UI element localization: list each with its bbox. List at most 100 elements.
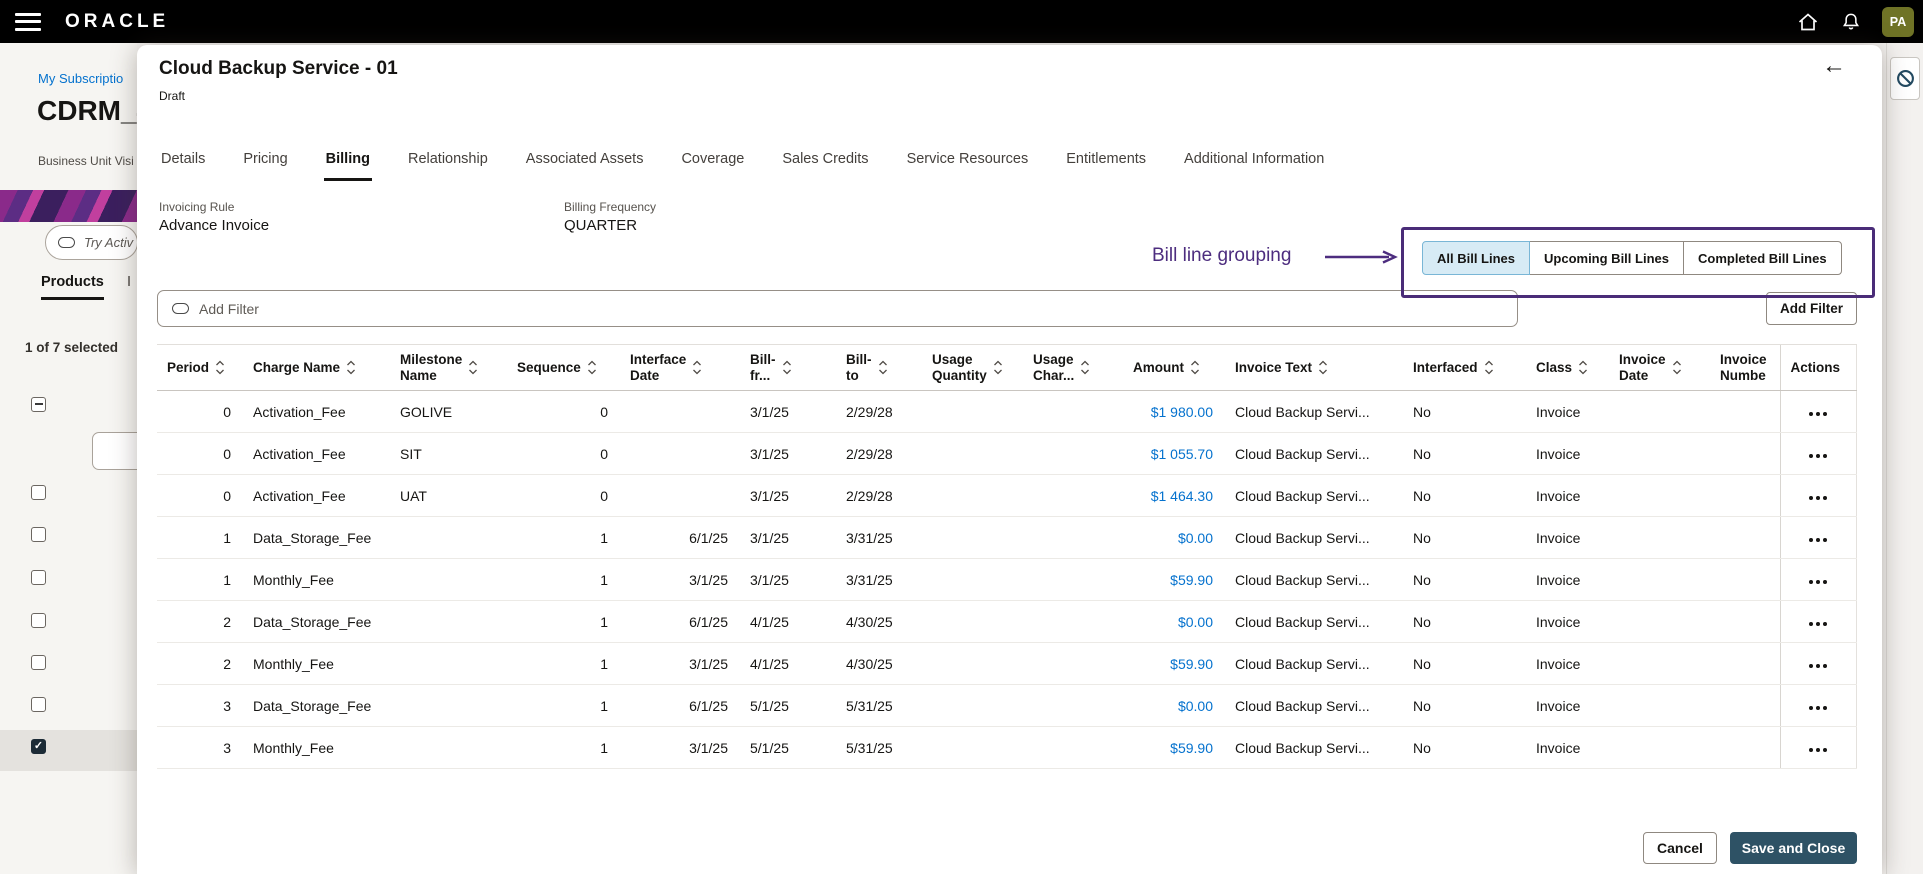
cell-amount[interactable]: $1 980.00: [1123, 390, 1225, 433]
column-header-period[interactable]: Period: [157, 344, 243, 391]
cell-invoice-numbe: [1710, 390, 1780, 433]
row-actions-button[interactable]: [1801, 650, 1835, 677]
cell-bill-to: 2/29/28: [836, 432, 922, 475]
row-checkbox[interactable]: [31, 527, 46, 542]
cell-actions: [1779, 516, 1857, 559]
cell-amount[interactable]: $0.00: [1123, 516, 1225, 559]
ellipsis-icon: [1808, 664, 1827, 668]
tab-entitlements[interactable]: Entitlements: [1064, 143, 1148, 181]
sort-icon: [1081, 360, 1090, 375]
tab-truncated[interactable]: I: [127, 274, 131, 290]
sort-icon: [1191, 360, 1199, 375]
tab-coverage[interactable]: Coverage: [679, 143, 746, 181]
tab-pricing[interactable]: Pricing: [241, 143, 289, 181]
row-checkbox[interactable]: [31, 697, 46, 712]
cell-amount[interactable]: $0.00: [1123, 684, 1225, 727]
cell-invoice-numbe: [1710, 558, 1780, 601]
notifications-bell-icon[interactable]: [1840, 10, 1862, 33]
blocked-panel-button[interactable]: [1890, 57, 1920, 100]
cell-amount[interactable]: $59.90: [1123, 726, 1225, 769]
filter-toggle-icon: [58, 237, 75, 248]
background-field-fragment: [92, 432, 137, 470]
tab-relationship[interactable]: Relationship: [406, 143, 490, 181]
column-header-milestone-name[interactable]: Milestone Name: [390, 344, 507, 391]
cell-milestone-name: SIT: [390, 432, 507, 475]
tab-associated-assets[interactable]: Associated Assets: [524, 143, 646, 181]
cancel-button[interactable]: Cancel: [1643, 832, 1717, 864]
filter-placeholder: Add Filter: [199, 300, 259, 317]
cell-usage-quantity: [922, 642, 1023, 685]
cell-charge-name: Activation_Fee: [243, 432, 390, 475]
breadcrumb-link[interactable]: My Subscriptio: [38, 71, 123, 86]
bill-lines-table: Period Charge Name Milestone Name Sequence I…: [157, 344, 1857, 769]
user-avatar[interactable]: PA: [1882, 6, 1914, 37]
home-icon[interactable]: [1796, 10, 1820, 34]
row-actions-button[interactable]: [1801, 398, 1835, 425]
column-header-bill-to[interactable]: Bill- to: [836, 344, 922, 391]
select-all-checkbox[interactable]: [31, 397, 46, 412]
row-actions-button[interactable]: [1801, 734, 1835, 761]
cell-amount[interactable]: $0.00: [1123, 600, 1225, 643]
cell-amount[interactable]: $59.90: [1123, 558, 1225, 601]
column-header-invoice-numbe[interactable]: Invoice Numbe: [1710, 344, 1780, 391]
row-checkbox[interactable]: [31, 613, 46, 628]
toggle-all-bill-lines[interactable]: All Bill Lines: [1422, 241, 1531, 275]
toggle-completed-bill-lines[interactable]: Completed Bill Lines: [1682, 241, 1842, 275]
top-bar: ORACLE PA: [0, 0, 1923, 43]
add-filter-button[interactable]: Add Filter: [1766, 292, 1857, 325]
column-header-class[interactable]: Class: [1526, 344, 1609, 391]
column-header-usage-char[interactable]: Usage Char...: [1023, 344, 1123, 391]
cell-bill-fr: 3/1/25: [740, 390, 836, 433]
row-actions-button[interactable]: [1801, 566, 1835, 593]
tab-billing[interactable]: Billing: [323, 143, 372, 181]
oracle-logo: ORACLE: [65, 10, 170, 32]
row-checkbox[interactable]: [31, 570, 46, 585]
tab-additional-information[interactable]: Additional Information: [1182, 143, 1326, 181]
column-header-amount[interactable]: Amount: [1123, 344, 1225, 391]
cell-amount[interactable]: $1 464.30: [1123, 474, 1225, 517]
save-and-close-button[interactable]: Save and Close: [1730, 832, 1857, 864]
column-header-invoice-text[interactable]: Invoice Text: [1225, 344, 1403, 391]
cell-sequence: 1: [507, 684, 620, 727]
cell-bill-fr: 4/1/25: [740, 600, 836, 643]
cell-usage-quantity: [922, 474, 1023, 517]
tab-sales-credits[interactable]: Sales Credits: [780, 143, 870, 181]
column-header-charge-name[interactable]: Charge Name: [243, 344, 390, 391]
row-actions-button[interactable]: [1801, 524, 1835, 551]
tab-products[interactable]: Products: [41, 274, 104, 300]
sort-icon: [347, 360, 356, 375]
cell-sequence: 0: [507, 390, 620, 433]
row-checkbox-checked[interactable]: [31, 739, 46, 754]
row-checkbox[interactable]: [31, 655, 46, 670]
hamburger-menu-icon[interactable]: [15, 12, 41, 31]
row-actions-button[interactable]: [1801, 608, 1835, 635]
cell-bill-fr: 4/1/25: [740, 642, 836, 685]
add-filter-input[interactable]: Add Filter: [157, 290, 1518, 327]
row-actions-button[interactable]: [1801, 482, 1835, 509]
cell-milestone-name: [390, 516, 507, 559]
cell-bill-fr: 3/1/25: [740, 558, 836, 601]
back-arrow-icon[interactable]: ←: [1816, 53, 1852, 79]
row-actions-button[interactable]: [1801, 440, 1835, 467]
tab-details[interactable]: Details: [159, 143, 207, 181]
row-checkbox[interactable]: [31, 485, 46, 500]
column-header-usage-quantity[interactable]: Usage Quantity: [922, 344, 1023, 391]
column-header-bill-fr[interactable]: Bill- fr...: [740, 344, 836, 391]
toggle-upcoming-bill-lines[interactable]: Upcoming Bill Lines: [1529, 241, 1684, 275]
background-search-input[interactable]: Try Activ: [45, 225, 137, 260]
column-header-sequence[interactable]: Sequence: [507, 344, 620, 391]
cell-amount[interactable]: $59.90: [1123, 642, 1225, 685]
cell-amount[interactable]: $1 055.70: [1123, 432, 1225, 475]
cell-usage-char: [1023, 726, 1123, 769]
column-header-interfaced[interactable]: Interfaced: [1403, 344, 1526, 391]
cell-period: 0: [157, 390, 243, 433]
cell-bill-fr: 5/1/25: [740, 726, 836, 769]
tab-service-resources[interactable]: Service Resources: [905, 143, 1031, 181]
cell-invoice-text: Cloud Backup Servi...: [1225, 558, 1403, 601]
sort-icon: [782, 360, 791, 375]
row-actions-button[interactable]: [1801, 692, 1835, 719]
sort-icon: [1319, 360, 1327, 375]
cell-period: 1: [157, 516, 243, 559]
column-header-interface-date[interactable]: Interface Date: [620, 344, 740, 391]
column-header-invoice-date[interactable]: Invoice Date: [1609, 344, 1710, 391]
